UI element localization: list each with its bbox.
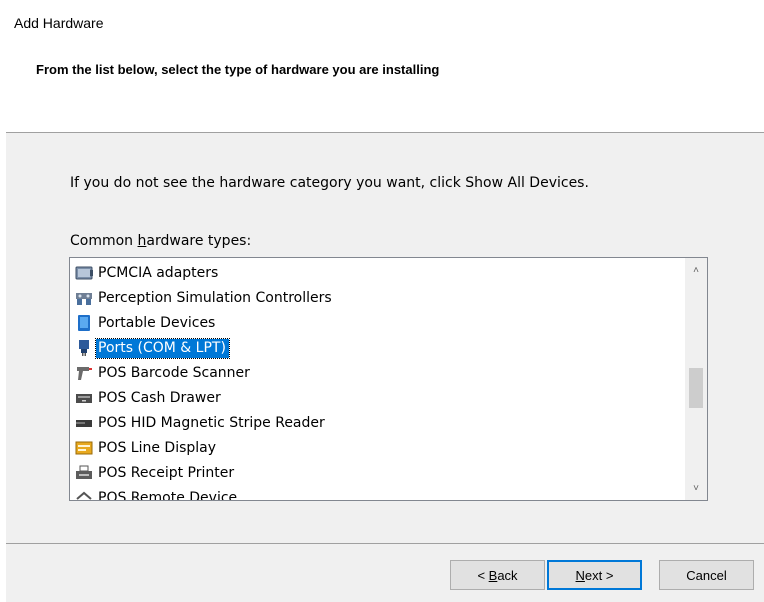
next-accelerator: N	[575, 567, 585, 583]
back-button[interactable]: < Back	[450, 560, 545, 590]
list-item-portable-devices[interactable]: Portable Devices	[75, 311, 218, 335]
list-item-label: Portable Devices	[98, 314, 216, 331]
list-item-pos-remote-device[interactable]: POS Remote Device	[75, 486, 240, 500]
back-rest: ack	[497, 567, 518, 583]
label-text-after: ardware types:	[146, 233, 252, 249]
scrollbar-thumb[interactable]	[689, 368, 703, 408]
list-item-pos-cash-drawer[interactable]: POS Cash Drawer	[75, 386, 224, 410]
perception-controller-icon	[75, 289, 93, 307]
list-item-ports-com-lpt[interactable]: Ports (COM & LPT)	[75, 336, 230, 360]
port-connector-icon	[75, 339, 93, 357]
list-item-pos-receipt-printer[interactable]: POS Receipt Printer	[75, 461, 237, 485]
receipt-printer-icon	[75, 464, 93, 482]
list-item-label: POS Cash Drawer	[98, 389, 221, 406]
back-accelerator: B	[488, 567, 498, 583]
list-item-label: Ports (COM & LPT)	[95, 337, 230, 359]
cash-drawer-icon	[75, 389, 93, 407]
remote-device-icon	[75, 489, 93, 500]
instruction-text: If you do not see the hardware category …	[70, 175, 589, 191]
back-prefix: <	[477, 567, 489, 583]
vertical-scrollbar[interactable]: ˄ ˅	[685, 258, 707, 500]
list-item-label: POS Receipt Printer	[98, 464, 235, 481]
label-text-before: Common	[70, 233, 138, 249]
window-title: Add Hardware	[14, 15, 104, 31]
list-item-pcmcia-adapters[interactable]: PCMCIA adapters	[75, 261, 221, 285]
list-item-pos-hid-magnetic-stripe-reader[interactable]: POS HID Magnetic Stripe Reader	[75, 411, 328, 435]
portable-device-icon	[75, 314, 93, 332]
scroll-down-icon[interactable]: ˅	[685, 476, 707, 500]
barcode-scanner-icon	[75, 364, 93, 382]
line-display-icon	[75, 439, 93, 457]
list-item-label: Perception Simulation Controllers	[98, 289, 332, 306]
list-item-label: POS Barcode Scanner	[98, 364, 250, 381]
hardware-types-listbox[interactable]: PCMCIA adapters Perception Simulation Co…	[69, 257, 708, 501]
hardware-list-items: PCMCIA adapters Perception Simulation Co…	[70, 258, 682, 500]
footer-divider	[6, 543, 764, 544]
list-item-pos-line-display[interactable]: POS Line Display	[75, 436, 219, 460]
scroll-up-icon[interactable]: ˄	[685, 258, 707, 282]
stripe-reader-icon	[75, 414, 93, 432]
list-item-label: POS Line Display	[98, 439, 217, 456]
cancel-button[interactable]: Cancel	[659, 560, 754, 590]
list-item-label: POS Remote Device	[98, 489, 238, 501]
list-item-label: PCMCIA adapters	[98, 264, 219, 281]
next-button[interactable]: Next >	[547, 560, 642, 590]
list-item-pos-barcode-scanner[interactable]: POS Barcode Scanner	[75, 361, 253, 385]
pcmcia-adapter-icon	[75, 264, 93, 282]
list-item-perception-simulation-controllers[interactable]: Perception Simulation Controllers	[75, 286, 335, 310]
next-rest: ext >	[584, 567, 614, 583]
list-item-label: POS HID Magnetic Stripe Reader	[98, 414, 325, 431]
hardware-types-label: Common hardware types:	[70, 233, 251, 249]
page-subtitle: From the list below, select the type of …	[36, 62, 440, 77]
